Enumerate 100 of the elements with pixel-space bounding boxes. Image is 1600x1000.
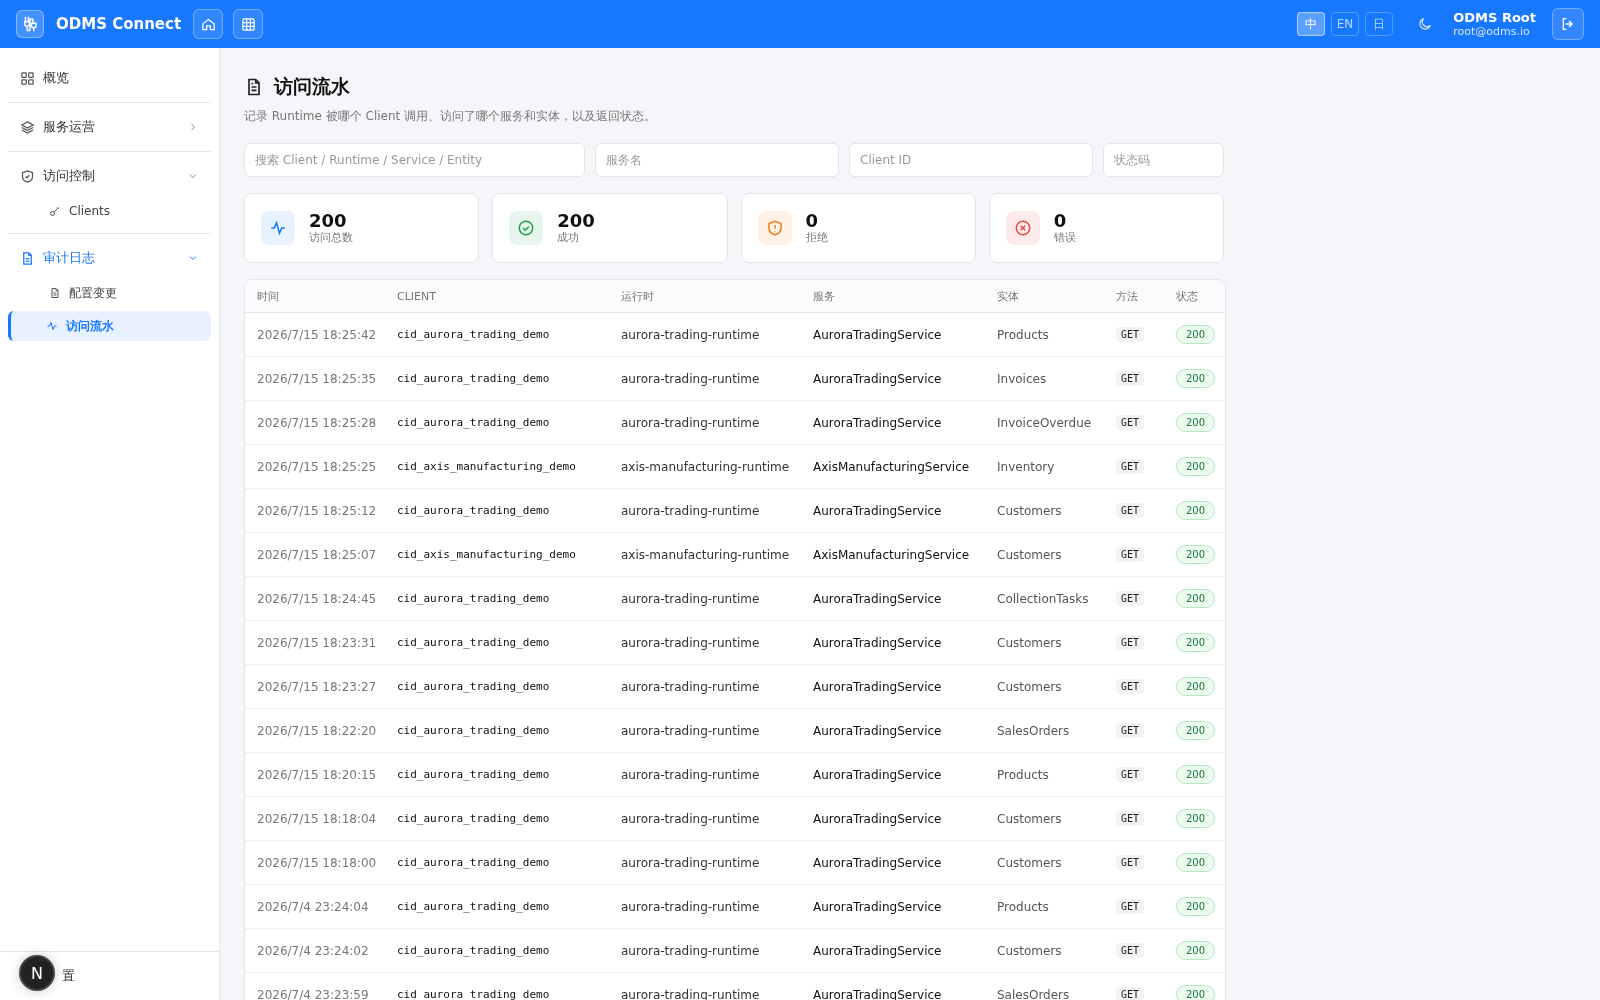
time-cell: 2026/7/15 18:25:07 [257, 547, 377, 562]
column-header: 方法 [1104, 280, 1164, 313]
column-header: 时间 [245, 280, 385, 313]
document-icon [49, 287, 61, 299]
logo-icon[interactable] [16, 10, 44, 38]
time-cell: 2026/7/15 18:25:35 [257, 371, 377, 386]
runtime-cell: aurora-trading-runtime [621, 723, 760, 738]
user-email: root@odms.io [1453, 25, 1531, 38]
runtime-cell: aurora-trading-runtime [621, 943, 760, 958]
runtime-cell: axis-manufacturing-runtime [621, 459, 790, 474]
method-tag: GET [1116, 855, 1145, 870]
client-cell: cid_axis_manufacturing_demo [397, 548, 576, 561]
method-tag: GET [1116, 679, 1145, 694]
stat-value: 200 [557, 210, 595, 231]
nav-subitem[interactable]: 访问流水 [8, 311, 211, 341]
runtime-cell: aurora-trading-runtime [621, 503, 760, 518]
service-cell: AxisManufacturingService [813, 459, 970, 474]
runtime-cell: aurora-trading-runtime [621, 371, 760, 386]
status-tag: 200 [1176, 589, 1216, 608]
status-tag: 200 [1176, 721, 1216, 740]
stat-icon [1005, 211, 1040, 245]
entity-cell: Invoices [997, 371, 1047, 386]
nav-subitem[interactable]: Clients [8, 196, 211, 226]
filter-field[interactable]: 服务名 [595, 143, 839, 177]
entity-cell: Products [997, 327, 1049, 342]
stat-value: 0 [805, 210, 820, 231]
runtime-cell: aurora-trading-runtime [621, 415, 760, 430]
table-icon[interactable] [233, 9, 264, 39]
method-tag: GET [1116, 503, 1145, 518]
stat-label: 成功 [557, 230, 581, 246]
method-tag: GET [1116, 899, 1145, 914]
logout-icon[interactable] [1552, 8, 1584, 40]
entity-cell: Customers [997, 503, 1062, 518]
runtime-cell: aurora-trading-runtime [621, 811, 760, 826]
method-tag: GET [1116, 987, 1145, 1000]
entity-cell: Inventory [997, 459, 1055, 474]
status-tag: 200 [1176, 457, 1216, 476]
service-cell: AuroraTradingService [813, 327, 942, 342]
entity-cell: Customers [997, 811, 1062, 826]
stat-label: 错误 [1053, 230, 1076, 246]
client-cell: cid_aurora_trading_demo [397, 812, 550, 825]
home-icon[interactable] [193, 9, 224, 39]
nav-subitem[interactable]: 配置变更 [8, 278, 211, 308]
method-tag: GET [1116, 811, 1145, 826]
status-tag: 200 [1176, 369, 1216, 388]
runtime-cell: aurora-trading-runtime [621, 855, 760, 870]
moon-icon[interactable] [1417, 16, 1434, 32]
service-cell: AuroraTradingService [813, 767, 942, 782]
status-tag: 200 [1176, 985, 1216, 1000]
time-cell: 2026/7/4 23:24:04 [257, 899, 369, 914]
method-tag: GET [1116, 591, 1145, 606]
client-cell: cid_aurora_trading_demo [397, 416, 550, 429]
column-header: 状态 [1164, 280, 1225, 313]
entity-cell: Customers [997, 943, 1062, 958]
method-tag: GET [1116, 415, 1145, 430]
time-cell: 2026/7/15 18:18:04 [257, 811, 377, 826]
client-cell: cid_aurora_trading_demo [397, 988, 550, 1000]
status-tag: 200 [1176, 809, 1216, 828]
runtime-cell: aurora-trading-runtime [621, 899, 760, 914]
entity-cell: CollectionTasks [997, 591, 1089, 606]
time-cell: 2026/7/4 23:23:59 [257, 987, 369, 1000]
runtime-cell: aurora-trading-runtime [621, 591, 760, 606]
method-tag: GET [1116, 767, 1145, 782]
status-tag: 200 [1176, 853, 1216, 872]
status-tag: 200 [1176, 545, 1216, 564]
time-cell: 2026/7/15 18:20:15 [257, 767, 377, 782]
status-tag: 200 [1176, 677, 1216, 696]
nav-item[interactable]: 审计日志 [8, 238, 211, 278]
stat-value: 0 [1053, 210, 1068, 231]
grid-icon [20, 70, 35, 86]
method-tag: GET [1116, 327, 1145, 342]
nav-item[interactable]: 服务运营 [8, 107, 211, 147]
entity-cell: InvoiceOverdue [997, 415, 1092, 430]
service-cell: AuroraTradingService [813, 899, 942, 914]
service-cell: AuroraTradingService [813, 679, 942, 694]
filter-field[interactable]: Client ID [849, 143, 1093, 177]
entity-cell: Customers [997, 547, 1062, 562]
time-cell: 2026/7/15 18:22:20 [257, 723, 377, 738]
shield-icon [20, 168, 35, 184]
nav-item[interactable]: 概览 [8, 58, 211, 98]
method-tag: GET [1116, 723, 1145, 738]
filter-field[interactable]: 状态码 [1103, 143, 1224, 177]
nav-item[interactable]: 访问控制 [8, 156, 211, 196]
client-cell: cid_aurora_trading_demo [397, 680, 550, 693]
runtime-cell: aurora-trading-runtime [621, 327, 760, 342]
service-cell: AuroraTradingService [813, 723, 942, 738]
time-cell: 2026/7/15 18:24:45 [257, 591, 377, 606]
dev-badge[interactable]: N [19, 955, 55, 991]
status-tag: 200 [1176, 897, 1216, 916]
client-cell: cid_aurora_trading_demo [397, 636, 550, 649]
page-subtitle: 记录 Runtime 被哪个 Client 调用、访问了哪个服务和实体，以及返回状态。 [244, 108, 658, 125]
entity-cell: Products [997, 767, 1049, 782]
filter-field[interactable]: 搜索 Client / Runtime / Service / Entity [244, 143, 585, 177]
key-icon [49, 205, 61, 217]
app-name: ODMS Connect [56, 15, 182, 33]
stat-icon [509, 211, 544, 245]
entity-cell: Customers [997, 635, 1062, 650]
client-cell: cid_aurora_trading_demo [397, 372, 550, 385]
client-cell: cid_aurora_trading_demo [397, 724, 550, 737]
status-tag: 200 [1176, 633, 1216, 652]
